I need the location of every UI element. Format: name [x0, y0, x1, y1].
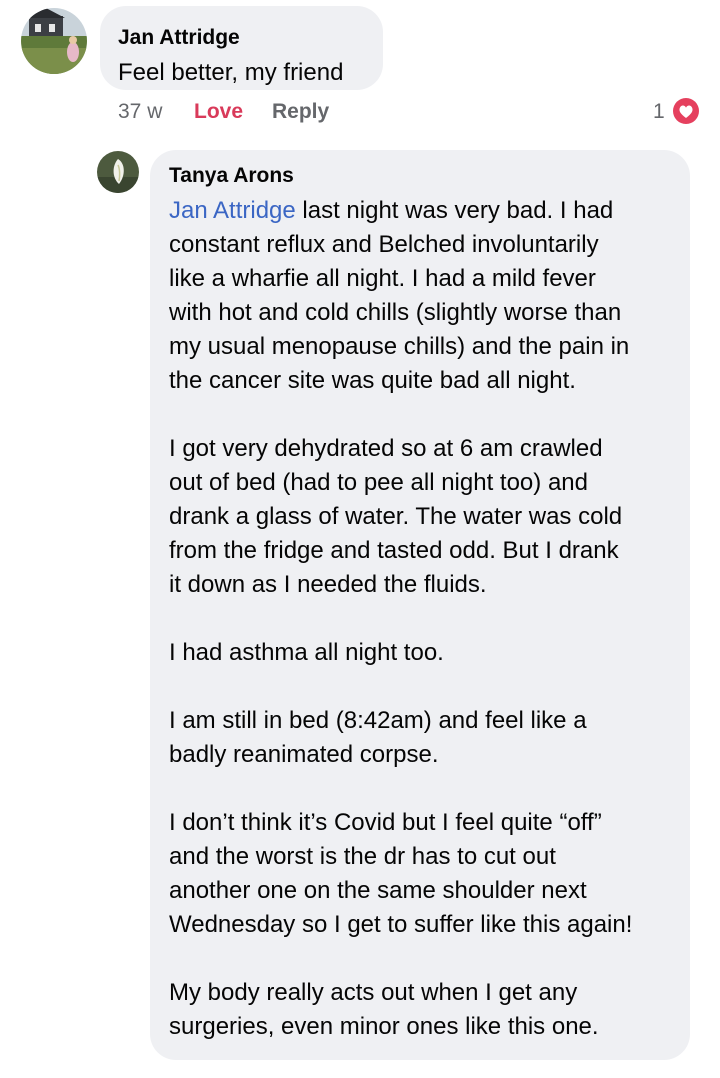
comment-text: Feel better, my friend — [118, 59, 344, 86]
comment-author[interactable]: Tanya Arons — [169, 163, 294, 189]
comment-line: I am still in bed (8:42am) and feel like… — [169, 707, 587, 734]
comment-line: I got very dehydrated so at 6 am crawled — [169, 435, 603, 462]
love-button[interactable]: Love — [194, 99, 243, 125]
comment-line: and the worst is the dr has to cut out — [169, 843, 556, 870]
comment-line: another one on the same shoulder next — [169, 877, 587, 904]
comment-line: I don’t think it’s Covid but I feel quit… — [169, 809, 602, 836]
comment-line: like a wharfie all night. I had a mild f… — [169, 265, 596, 292]
comment-line: from the fridge and tasted odd. But I dr… — [169, 537, 619, 564]
comment-line: badly reanimated corpse. — [169, 741, 439, 768]
mention-link[interactable]: Jan Attridge — [169, 197, 296, 224]
comment-line: it down as I needed the fluids. — [169, 571, 487, 598]
comment-line: Wednesday so I get to suffer like this a… — [169, 911, 633, 938]
comment-body: Jan Attridge last night was very bad. I … — [169, 194, 679, 1078]
comment-timestamp[interactable]: 37 w — [118, 99, 162, 125]
comment-line: I had asthma all night too. — [169, 639, 444, 666]
comment-line: drank a glass of water. The water was co… — [169, 503, 623, 530]
comment-line: My body really acts out when I get any — [169, 979, 578, 1006]
comment-author[interactable]: Jan Attridge — [118, 25, 240, 51]
avatar-jan-attridge[interactable] — [21, 8, 87, 74]
reply-button[interactable]: Reply — [272, 99, 329, 125]
comment-line: constant reflux and Belched involuntaril… — [169, 231, 599, 258]
avatar-tanya-arons[interactable] — [97, 151, 139, 193]
love-icon[interactable] — [670, 95, 702, 127]
comment-bubble: Jan Attridge Feel better, my friend — [100, 6, 383, 90]
comment-line: surgeries, even minor ones like this one… — [169, 1013, 599, 1040]
comment-line: my usual menopause chills) and the pain … — [169, 333, 630, 360]
comment-line: out of bed (had to pee all night too) an… — [169, 469, 588, 496]
reaction-count[interactable]: 1 — [653, 99, 665, 125]
comment-line: last night was very bad. I had — [295, 197, 614, 224]
comment-line: with hot and cold chills (slightly worse… — [169, 299, 622, 326]
comment-line: the cancer site was quite bad all night. — [169, 367, 576, 394]
